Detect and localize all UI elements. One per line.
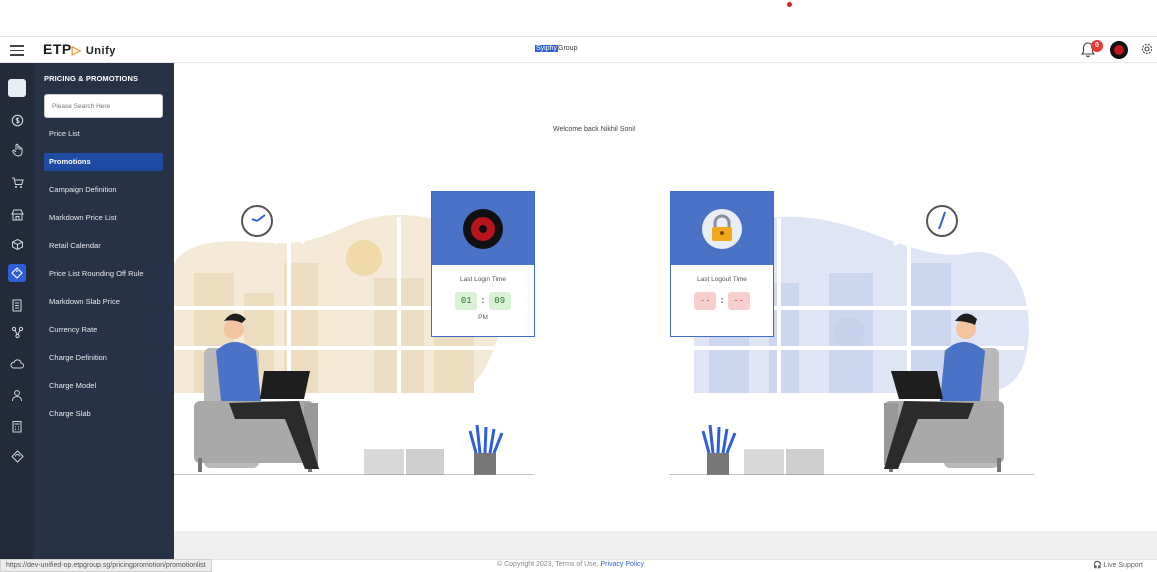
cart-icon[interactable] [8,173,26,191]
notification-badge: 0 [1091,40,1103,52]
user-icon[interactable] [8,386,26,404]
hand-pointer-icon[interactable] [8,141,26,159]
icon-rail [0,63,34,559]
hamburger-menu-icon[interactable] [10,42,24,58]
main-content: Welcome back Nikhil Soni! Last Login Tim… [174,63,1157,531]
top-header: ETP▷ Unify SyiphyGroup 0 [0,36,1157,63]
sidebar-section-title: PRICING & PROMOTIONS [44,74,139,83]
company-highlight: Syiphy [535,45,559,52]
headset-icon: 🎧 [1093,562,1102,569]
sidebar-item-price-list[interactable]: Price List [44,125,163,143]
sidebar-item-promotions[interactable]: Promotions [44,153,163,171]
tag-icon[interactable] [8,264,26,282]
status-url: https://dev-unified-op.etpgroup.sg/prici… [0,559,212,572]
logo-suffix: Unify [85,45,116,57]
logout-card-header [671,192,773,265]
network-icon[interactable] [8,323,26,341]
sidebar-search-input[interactable] [44,94,163,118]
app-logo[interactable]: ETP▷ Unify [43,41,116,57]
last-login-label: Last Login Time [460,276,506,283]
company-rest: Group [558,45,578,52]
logo-arrow-icon: ▷ [71,43,82,57]
cloud-icon[interactable] [8,355,26,373]
time-separator: : [480,296,486,306]
login-card-header [432,192,534,265]
time-separator: : [719,296,725,306]
padlock-icon [702,208,742,249]
copyright-label: © Copyright 2023, Terms of Use, [497,561,599,568]
sidebar-menu: PRICING & PROMOTIONS Price List Promotio… [34,63,174,559]
gear-icon[interactable] [1140,42,1154,56]
login-minute: 09 [488,292,511,310]
indicator-dot [787,2,792,7]
logout-time: -- : -- [671,292,773,310]
last-login-card: Last Login Time 01 : 09 PM [431,191,535,337]
company-name: SyiphyGroup [535,45,577,52]
content-bottom-bar [174,531,1157,559]
user-avatar-large [463,208,503,249]
privacy-policy-link[interactable]: Privacy Policy [600,561,644,568]
last-logout-card: Last Logout Time -- : -- [670,191,774,337]
copyright-text: © Copyright 2023, Terms of Use, Privacy … [497,561,644,568]
login-time: 01 : 09 [432,292,534,310]
sidebar-item-campaign-definition[interactable]: Campaign Definition [44,181,163,199]
sync-diamond-icon[interactable] [8,447,26,465]
logout-minute: -- [727,292,750,310]
welcome-message: Welcome back Nikhil Soni! [553,126,636,133]
sidebar-item-markdown-price-list[interactable]: Markdown Price List [44,209,163,227]
login-ampm: PM [478,314,488,321]
sidebar-item-retail-calendar[interactable]: Retail Calendar [44,237,163,255]
sidebar-item-rounding-off-rule[interactable]: Price List Rounding Off Rule [44,265,163,283]
sidebar-item-charge-slab[interactable]: Charge Slab [44,405,163,423]
home-tile-icon[interactable] [8,79,26,97]
live-support-label: Live Support [1103,562,1143,569]
top-blank-area [0,0,1157,36]
document-list-icon[interactable] [8,296,26,314]
live-support[interactable]: 🎧 Live Support [1093,561,1143,569]
dollar-circle-icon[interactable] [8,111,26,129]
sidebar-item-charge-definition[interactable]: Charge Definition [44,349,163,367]
sidebar-item-charge-model[interactable]: Charge Model [44,377,163,395]
sidebar-item-markdown-slab-price[interactable]: Markdown Slab Price [44,293,163,311]
user-avatar[interactable] [1110,41,1128,59]
last-logout-label: Last Logout Time [697,276,747,283]
sidebar-item-currency-rate[interactable]: Currency Rate [44,321,163,339]
login-hour: 01 [455,292,478,310]
box-icon[interactable] [8,235,26,253]
logo-text: ETP [43,41,72,57]
calculator-icon[interactable] [8,417,26,435]
store-icon[interactable] [8,205,26,223]
logout-hour: -- [694,292,717,310]
